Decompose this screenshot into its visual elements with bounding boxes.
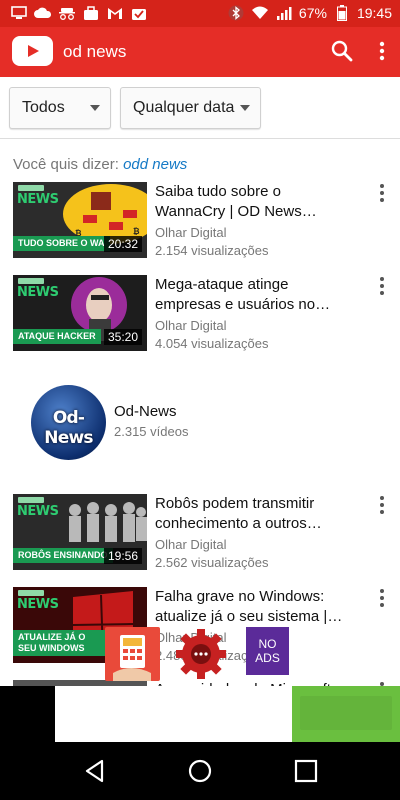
thumbnail-caption: TUDO SOBRE O WA xyxy=(13,236,110,251)
thumbnail-caption: ATUALIZE JÁ O SEU WINDOWS xyxy=(13,630,105,656)
video-duration: 20:32 xyxy=(103,236,142,252)
video-views: 2.154 visualizações xyxy=(155,243,269,258)
olhar-digital-badge xyxy=(18,185,44,191)
navigation-bar xyxy=(0,742,400,800)
did-you-mean-link[interactable]: odd news xyxy=(123,156,187,173)
video-thumbnail[interactable]: NEWS ATAQUE HACKER 35:20 xyxy=(13,275,147,351)
gear-icon[interactable] xyxy=(174,627,228,681)
olhar-digital-badge xyxy=(18,278,44,284)
recents-icon[interactable] xyxy=(293,758,319,784)
svg-text:₿: ₿ xyxy=(133,227,140,236)
video-item[interactable]: ₿ ₿ NEWS TUDO SOBRE O WA 20:32 Saiba tud… xyxy=(0,182,400,262)
video-item[interactable]: NEWS ROBÔS ENSINANDO 19:56 Robôs podem t… xyxy=(0,494,400,574)
more-vert-icon[interactable] xyxy=(374,182,390,204)
date-filter-dropdown[interactable]: Qualquer data xyxy=(120,87,261,129)
search-query[interactable]: od news xyxy=(63,42,126,62)
briefcase-icon xyxy=(82,4,100,22)
news-label: NEWS xyxy=(17,285,59,300)
no-ads-label-1: NO xyxy=(258,637,277,651)
more-vert-icon[interactable] xyxy=(374,275,390,297)
video-title[interactable]: Saiba tudo sobre o WannaCry | OD News… xyxy=(155,182,355,222)
video-channel: Olhar Digital xyxy=(155,225,227,240)
spy-icon xyxy=(58,4,76,22)
type-filter-dropdown[interactable]: Todos xyxy=(9,87,111,129)
signal-icon xyxy=(275,4,293,22)
more-vert-icon[interactable] xyxy=(374,587,390,609)
cloud-icon xyxy=(34,4,52,22)
video-channel: Olhar Digital xyxy=(155,318,227,333)
channel-avatar-text: Od-News xyxy=(44,408,93,448)
channel-name[interactable]: Od-News xyxy=(114,403,177,420)
no-ads-app-icon[interactable]: NO ADS xyxy=(246,627,289,675)
battery-percent: 67% xyxy=(298,5,327,21)
video-views: 4.054 visualizações xyxy=(155,336,269,351)
monitor-icon xyxy=(10,4,28,22)
calculator-app-icon[interactable] xyxy=(105,627,160,681)
more-vert-icon[interactable] xyxy=(374,494,390,516)
video-title[interactable]: Robôs podem transmitir conhecimento a ou… xyxy=(155,494,355,534)
ad-banner[interactable] xyxy=(0,686,400,742)
filter-bar: Todos Qualquer data xyxy=(0,77,400,139)
app-bar: od news xyxy=(0,27,400,77)
gmail-icon xyxy=(106,4,124,22)
ad-content[interactable] xyxy=(55,686,292,742)
search-icon[interactable] xyxy=(330,39,354,63)
date-filter-label: Qualquer data xyxy=(133,99,235,116)
channel-avatar[interactable]: Od-News xyxy=(31,385,106,460)
thumbnail-caption: ROBÔS ENSINANDO xyxy=(13,548,113,563)
news-label: NEWS xyxy=(17,504,59,519)
video-thumbnail[interactable]: NEWS ROBÔS ENSINANDO 19:56 xyxy=(13,494,147,570)
olhar-digital-badge xyxy=(18,590,44,596)
video-views: 2.562 visualizações xyxy=(155,555,269,570)
clock: 19:45 xyxy=(356,5,392,21)
video-thumbnail[interactable]: ₿ ₿ NEWS TUDO SOBRE O WA 20:32 xyxy=(13,182,147,258)
video-title[interactable]: Mega-ataque atinge empresas e usuários n… xyxy=(155,275,355,315)
did-you-mean: Você quis dizer: odd news xyxy=(13,156,187,173)
status-bar: 67% 19:45 xyxy=(0,0,400,27)
video-title[interactable]: Falha grave no Windows: atualize já o se… xyxy=(155,587,355,627)
caret-down-icon xyxy=(90,105,100,111)
ad-cta-button[interactable] xyxy=(300,696,392,730)
type-filter-label: Todos xyxy=(22,99,65,116)
bluetooth-icon xyxy=(227,4,245,22)
video-channel: Olhar Digital xyxy=(155,537,227,552)
video-duration: 19:56 xyxy=(103,548,142,564)
back-icon[interactable] xyxy=(82,758,108,784)
channel-video-count: 2.315 vídeos xyxy=(114,424,189,439)
olhar-digital-badge xyxy=(18,497,44,503)
video-item[interactable]: NEWS ATAQUE HACKER 35:20 Mega-ataque ati… xyxy=(0,275,400,355)
no-ads-label-2: ADS xyxy=(255,651,280,665)
video-duration: 35:20 xyxy=(103,329,142,345)
news-label: NEWS xyxy=(17,192,59,207)
battery-icon xyxy=(333,4,351,22)
thumbnail-caption: ATAQUE HACKER xyxy=(13,329,101,344)
caret-down-icon xyxy=(240,105,250,111)
wifi-icon xyxy=(251,4,269,22)
channel-item[interactable]: Od-News Od-News 2.315 vídeos xyxy=(0,375,400,475)
more-vert-icon[interactable] xyxy=(372,39,392,63)
news-label: NEWS xyxy=(17,597,59,612)
home-icon[interactable] xyxy=(187,758,213,784)
did-you-mean-prefix: Você quis dizer: xyxy=(13,156,119,173)
inbox-check-icon xyxy=(130,4,148,22)
youtube-logo-icon[interactable] xyxy=(12,36,53,66)
